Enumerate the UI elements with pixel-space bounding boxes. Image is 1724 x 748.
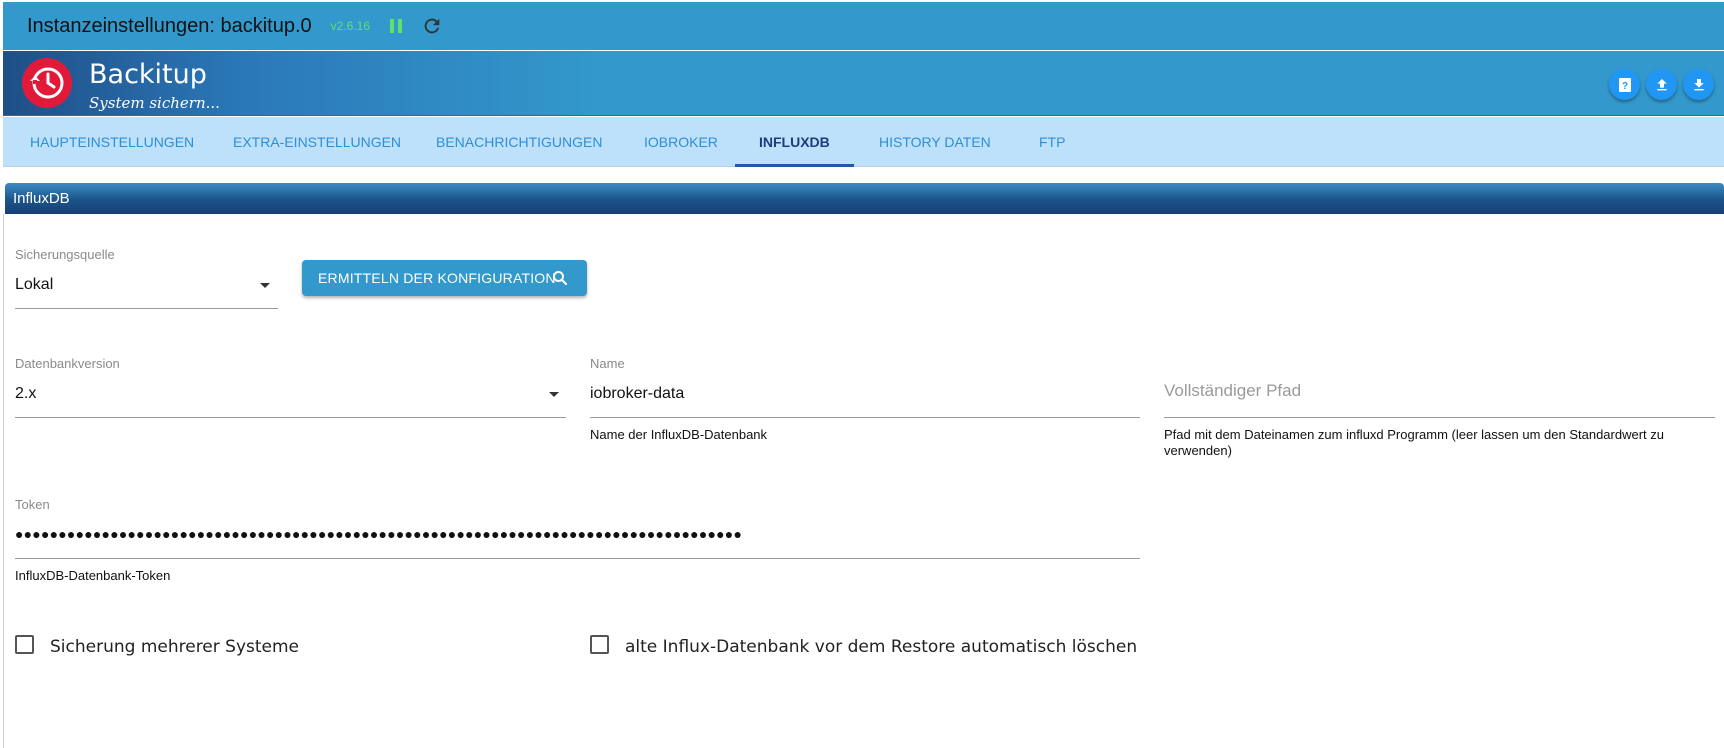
name-underline bbox=[590, 417, 1140, 418]
db-version-underline bbox=[15, 417, 566, 418]
db-version-value: 2.x bbox=[15, 385, 37, 402]
source-label: Sicherungsquelle bbox=[15, 247, 115, 262]
detect-config-button[interactable]: ERMITTELN DER KONFIGURATION bbox=[302, 260, 587, 296]
download-button[interactable] bbox=[1683, 69, 1714, 100]
db-version-label: Datenbankversion bbox=[15, 356, 120, 371]
app-header: Backitup System sichern... ? bbox=[3, 51, 1724, 116]
tab-bar: Haupteinstellungen Extra-Einstellungen B… bbox=[3, 117, 1724, 167]
help-button[interactable]: ? bbox=[1609, 69, 1640, 100]
app-name: Backitup bbox=[89, 59, 207, 90]
title-bar: Instanzeinstellungen: backitup.0 v2.6.16 bbox=[3, 2, 1724, 50]
multi-system-checkbox[interactable] bbox=[15, 635, 34, 654]
download-icon bbox=[1693, 78, 1704, 90]
token-value: ●●●●●●●●●●●●●●●●●●●●●●●●●●●●●●●●●●●●●●●●… bbox=[15, 526, 743, 542]
full-path-placeholder: Vollständiger Pfad bbox=[1164, 381, 1302, 400]
auto-delete-label[interactable]: alte Influx-Datenbank vor dem Restore au… bbox=[625, 637, 1137, 657]
help-book-icon: ? bbox=[1618, 77, 1631, 92]
full-path-underline bbox=[1164, 417, 1715, 418]
source-underline bbox=[15, 308, 278, 309]
name-helper: Name der InfluxDB-Datenbank bbox=[590, 427, 768, 442]
name-label: Name bbox=[590, 356, 625, 371]
window-title: Instanzeinstellungen: backitup.0 bbox=[27, 14, 312, 37]
upload-icon bbox=[1656, 78, 1667, 90]
tab-history-daten[interactable]: History Daten bbox=[855, 117, 1015, 167]
pause-icon[interactable] bbox=[390, 18, 406, 34]
reload-icon[interactable] bbox=[421, 15, 443, 37]
version-label: v2.6.16 bbox=[330, 19, 371, 33]
app-subtitle: System sichern... bbox=[89, 94, 220, 112]
token-helper: InfluxDB-Datenbank-Token bbox=[15, 568, 171, 583]
multi-system-label[interactable]: Sicherung mehrerer Systeme bbox=[50, 637, 299, 657]
chevron-down-icon bbox=[549, 392, 559, 397]
token-underline bbox=[15, 558, 1140, 559]
source-value: Lokal bbox=[15, 276, 54, 293]
chevron-down-icon bbox=[260, 283, 270, 288]
upload-button[interactable] bbox=[1646, 69, 1677, 100]
tab-influxdb[interactable]: InfluxDB bbox=[735, 117, 854, 167]
name-value: iobroker-data bbox=[590, 385, 685, 402]
tab-haupteinstellungen[interactable]: Haupteinstellungen bbox=[6, 117, 218, 167]
full-path-helper: Pfad mit dem Dateinamen zum influxd Prog… bbox=[1164, 427, 1664, 458]
detect-config-label: ERMITTELN DER KONFIGURATION bbox=[318, 270, 556, 286]
token-label: Token bbox=[15, 497, 50, 512]
tab-benachrichtigungen[interactable]: Benachrichtigungen bbox=[412, 117, 626, 167]
backup-clock-icon bbox=[22, 58, 72, 108]
auto-delete-checkbox[interactable] bbox=[590, 635, 609, 654]
search-icon bbox=[553, 271, 568, 286]
panel-border bbox=[3, 214, 4, 748]
panel-title: InfluxDB bbox=[5, 183, 1724, 214]
svg-text:?: ? bbox=[1621, 81, 1627, 92]
tab-extra-einstellungen[interactable]: Extra-Einstellungen bbox=[209, 117, 425, 167]
tab-ftp[interactable]: FTP bbox=[1015, 117, 1089, 167]
tab-iobroker[interactable]: ioBroker bbox=[620, 117, 742, 167]
